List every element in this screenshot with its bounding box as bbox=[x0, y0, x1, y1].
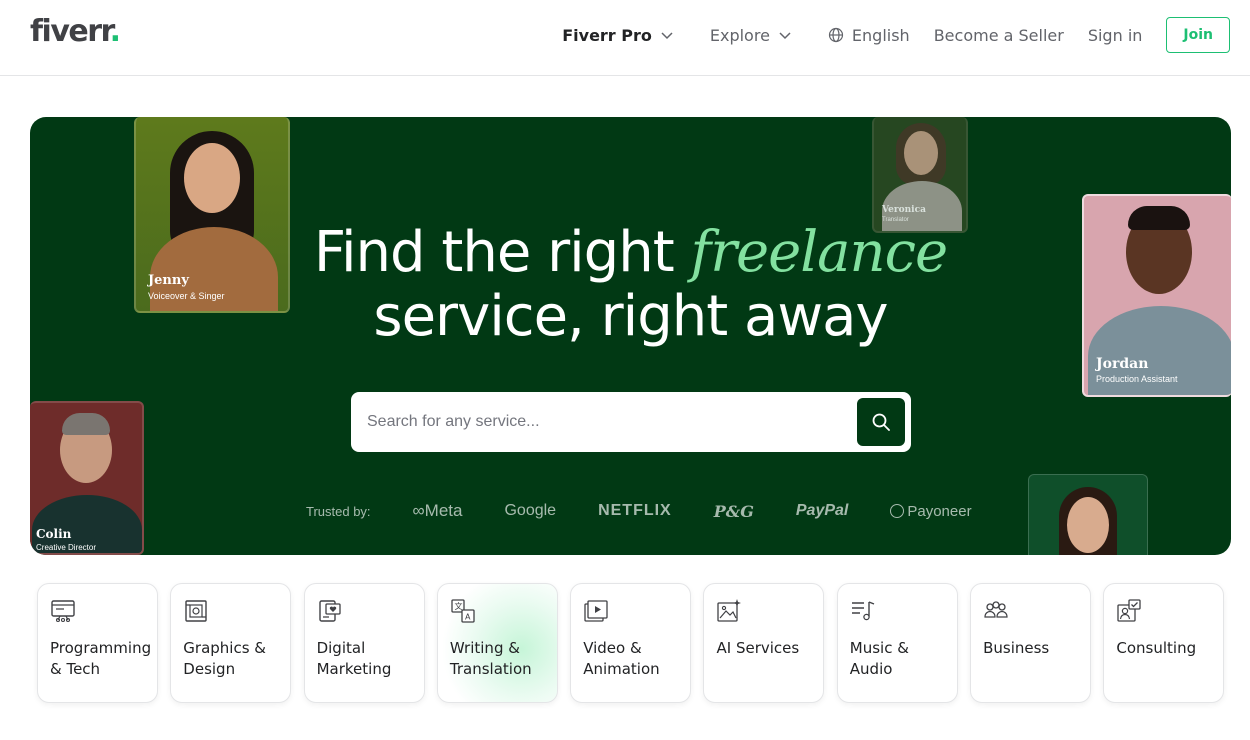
category-label: Business bbox=[983, 639, 1050, 657]
category-music-audio[interactable]: Music & Audio bbox=[836, 583, 958, 703]
brand-pg: P&G bbox=[713, 501, 754, 521]
category-label: Programming & Tech bbox=[50, 639, 152, 678]
portrait-head bbox=[184, 143, 240, 213]
portrait-name: Jordan bbox=[1096, 356, 1149, 372]
join-button[interactable]: Join bbox=[1166, 17, 1230, 53]
hero-banner: Jenny Voiceover & Singer Veronica Transl… bbox=[30, 117, 1231, 555]
fiverr-logo[interactable]: fiverr. bbox=[30, 14, 121, 49]
hero-title-accent: freelance bbox=[690, 220, 948, 285]
consulting-icon bbox=[1117, 599, 1142, 622]
chevron-down-icon bbox=[779, 32, 791, 40]
portrait-name: Colin bbox=[36, 527, 72, 541]
portrait-colin: Colin Creative Director bbox=[30, 401, 144, 555]
top-nav: Fiverr Pro Explore English Become a Sell… bbox=[538, 17, 1230, 53]
nav-fiverr-pro-label: Fiverr Pro bbox=[562, 25, 652, 45]
category-label: Writing & Translation bbox=[449, 639, 532, 678]
top-header: fiverr. Fiverr Pro Explore English Becom… bbox=[0, 0, 1250, 76]
svg-text:文: 文 bbox=[454, 601, 462, 611]
category-label: Music & Audio bbox=[849, 639, 909, 678]
logo-dot: . bbox=[109, 14, 121, 49]
category-label: Graphics & Design bbox=[183, 639, 267, 678]
portrait-name: Veronica bbox=[882, 205, 926, 215]
brand-payoneer-text: Payoneer bbox=[907, 502, 972, 520]
payoneer-ring-icon bbox=[890, 504, 905, 518]
category-label: Video & Animation bbox=[583, 639, 660, 678]
ai-image-icon bbox=[717, 599, 742, 622]
category-consulting[interactable]: Consulting bbox=[1103, 583, 1225, 703]
chevron-down-icon bbox=[661, 32, 673, 40]
search-button[interactable] bbox=[857, 398, 905, 446]
portrait-bottom bbox=[1028, 474, 1148, 555]
nav-sign-in[interactable]: Sign in bbox=[1088, 26, 1143, 45]
logo-text: fiverr bbox=[30, 14, 111, 49]
brand-payoneer: Payoneer bbox=[890, 502, 972, 520]
category-video-animation[interactable]: Video & Animation bbox=[570, 583, 692, 703]
category-graphics-design[interactable]: Graphics & Design bbox=[170, 583, 292, 703]
portrait-head bbox=[1067, 497, 1109, 553]
translate-icon: 文A bbox=[451, 599, 475, 623]
category-label: Digital Marketing bbox=[316, 639, 392, 678]
brand-google: Google bbox=[504, 502, 557, 519]
nav-explore[interactable]: Explore bbox=[710, 26, 792, 45]
portrait-head bbox=[904, 131, 938, 175]
portrait-hair bbox=[62, 413, 110, 435]
music-icon bbox=[851, 601, 875, 621]
category-label: AI Services bbox=[716, 639, 800, 657]
category-digital-marketing[interactable]: Digital Marketing bbox=[303, 583, 425, 703]
category-business[interactable]: Business bbox=[970, 583, 1092, 703]
search-input[interactable] bbox=[351, 392, 857, 452]
portrait-role: Creative Director bbox=[36, 543, 97, 552]
hero-title-line2: service, right away bbox=[373, 284, 888, 349]
people-icon bbox=[984, 601, 1008, 618]
video-icon bbox=[584, 600, 608, 622]
trusted-by-label: Trusted by: bbox=[306, 503, 371, 519]
svg-text:A: A bbox=[465, 613, 471, 622]
category-writing-translation[interactable]: 文A Writing & Translation bbox=[436, 583, 558, 703]
nav-fiverr-pro[interactable]: Fiverr Pro bbox=[562, 26, 674, 45]
nav-become-seller-label: Become a Seller bbox=[933, 25, 1064, 45]
category-ai-services[interactable]: AI Services bbox=[703, 583, 825, 703]
nav-become-seller[interactable]: Become a Seller bbox=[934, 26, 1064, 45]
brand-meta: ∞Meta bbox=[413, 501, 463, 521]
nav-explore-label: Explore bbox=[709, 25, 770, 45]
hero-title-text: Find the right bbox=[313, 220, 691, 285]
hero-title-line1: Find the right freelance bbox=[30, 221, 1231, 285]
nav-language-label: English bbox=[851, 25, 910, 45]
trusted-by-row: Trusted by: ∞Meta Google NETFLIX P&G Pay… bbox=[306, 499, 972, 523]
brand-netflix: NETFLIX bbox=[598, 502, 672, 519]
hero-title: Find the right freelance service, right … bbox=[30, 221, 1231, 349]
globe-icon bbox=[828, 27, 844, 43]
portrait-role: Production Assistant bbox=[1096, 374, 1178, 384]
category-label: Consulting bbox=[1116, 639, 1197, 657]
design-frame-icon bbox=[185, 600, 207, 622]
brand-paypal: PayPal bbox=[795, 502, 849, 519]
meta-logo-icon: ∞ bbox=[412, 501, 425, 520]
category-cards: Programming & Tech Graphics & Design Dig… bbox=[37, 583, 1225, 703]
search-bar bbox=[351, 392, 911, 452]
category-programming-tech[interactable]: Programming & Tech bbox=[37, 583, 158, 703]
marketing-icon bbox=[318, 600, 341, 622]
join-button-label: Join bbox=[1183, 27, 1213, 43]
search-icon bbox=[872, 413, 890, 431]
portrait-veronica: Veronica Translator bbox=[872, 117, 968, 233]
nav-sign-in-label: Sign in bbox=[1087, 25, 1143, 45]
nav-language[interactable]: English bbox=[828, 26, 910, 45]
monitor-icon bbox=[51, 600, 75, 623]
brand-meta-text: Meta bbox=[424, 501, 463, 520]
